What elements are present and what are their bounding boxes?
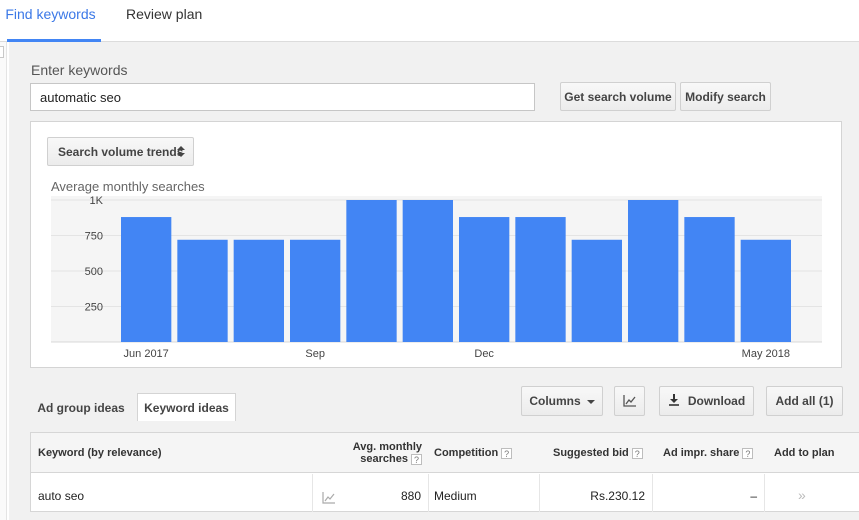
help-icon[interactable]: ? xyxy=(501,447,513,459)
header-avg-line2-text: searches xyxy=(360,453,408,465)
tab-ad-group-ideas[interactable]: Ad group ideas xyxy=(30,393,132,422)
header-bid-text: Suggested bid xyxy=(553,447,629,459)
tab-keyword-ideas[interactable]: Keyword ideas xyxy=(137,393,236,423)
help-icon[interactable]: ? xyxy=(631,447,643,459)
column-divider xyxy=(539,474,540,512)
header-ad-impr-share[interactable]: Ad impr. share? xyxy=(663,447,754,459)
columns-button[interactable]: Columns xyxy=(521,386,603,416)
trend-chart-icon[interactable] xyxy=(322,492,336,504)
avg-searches-cell: 880 xyxy=(400,489,421,503)
bar-apr-2018[interactable] xyxy=(684,217,735,342)
y-tick-label: 1K xyxy=(90,195,104,207)
suggested-bid-cell: Rs.230.12 xyxy=(590,489,645,503)
y-tick-label: 250 xyxy=(85,302,103,314)
x-tick-label: Sep xyxy=(305,348,325,360)
chevron-down-icon xyxy=(586,399,595,404)
keyword-cell: auto seo xyxy=(38,489,85,503)
header-suggested-bid[interactable]: Suggested bid? xyxy=(553,447,643,459)
bar-mar-2018[interactable] xyxy=(628,200,679,342)
line-chart-icon xyxy=(622,395,636,407)
add-all-button[interactable]: Add all (1) xyxy=(766,386,843,416)
header-avg-line2: searches? xyxy=(352,453,422,465)
help-icon[interactable]: ? xyxy=(742,447,754,459)
help-icon[interactable]: ? xyxy=(411,453,422,465)
column-divider xyxy=(764,474,765,512)
bar-jan-2018[interactable] xyxy=(515,217,566,342)
x-tick-label: Jun 2017 xyxy=(124,348,169,360)
download-button[interactable]: Download xyxy=(659,386,754,416)
x-tick-label: May 2018 xyxy=(742,348,790,360)
tab-ad-group-ideas-label: Ad group ideas xyxy=(37,401,125,415)
bar-feb-2018[interactable] xyxy=(571,239,622,342)
bar-dec-2017[interactable] xyxy=(459,217,510,342)
header-avg-monthly[interactable]: Avg. monthly searches? xyxy=(352,441,422,465)
bar-aug-2017[interactable] xyxy=(233,239,284,342)
columns-label: Columns xyxy=(529,394,581,408)
column-divider xyxy=(652,474,653,512)
y-tick-label: 750 xyxy=(85,231,103,243)
column-divider xyxy=(312,474,313,512)
header-competition-text: Competition xyxy=(434,447,499,459)
ad-impr-share-cell: – xyxy=(750,489,757,503)
download-label: Download xyxy=(687,394,746,408)
bar-nov-2017[interactable] xyxy=(402,200,453,342)
header-avg-line1: Avg. monthly xyxy=(352,441,422,453)
tab-keyword-ideas-label: Keyword ideas xyxy=(144,401,229,415)
header-add-to-plan: Add to plan xyxy=(774,447,835,459)
bar-sep-2017[interactable] xyxy=(290,239,341,342)
competition-cell: Medium xyxy=(434,489,477,503)
add-to-plan-arrow-icon[interactable]: » xyxy=(798,487,806,503)
download-icon xyxy=(668,394,679,406)
chart-toggle-button[interactable] xyxy=(614,386,645,416)
y-tick-label: 500 xyxy=(85,266,103,278)
bar-oct-2017[interactable] xyxy=(346,200,397,342)
bar-jun-2017[interactable] xyxy=(121,217,172,342)
bar-may-2018[interactable] xyxy=(740,239,791,342)
header-keyword[interactable]: Keyword (by relevance) xyxy=(38,447,162,459)
bar-jul-2017[interactable] xyxy=(177,239,228,342)
header-competition[interactable]: Competition? xyxy=(434,447,513,459)
header-impr-text: Ad impr. share xyxy=(663,447,740,459)
column-divider xyxy=(428,474,429,512)
x-tick-label: Dec xyxy=(474,348,494,360)
